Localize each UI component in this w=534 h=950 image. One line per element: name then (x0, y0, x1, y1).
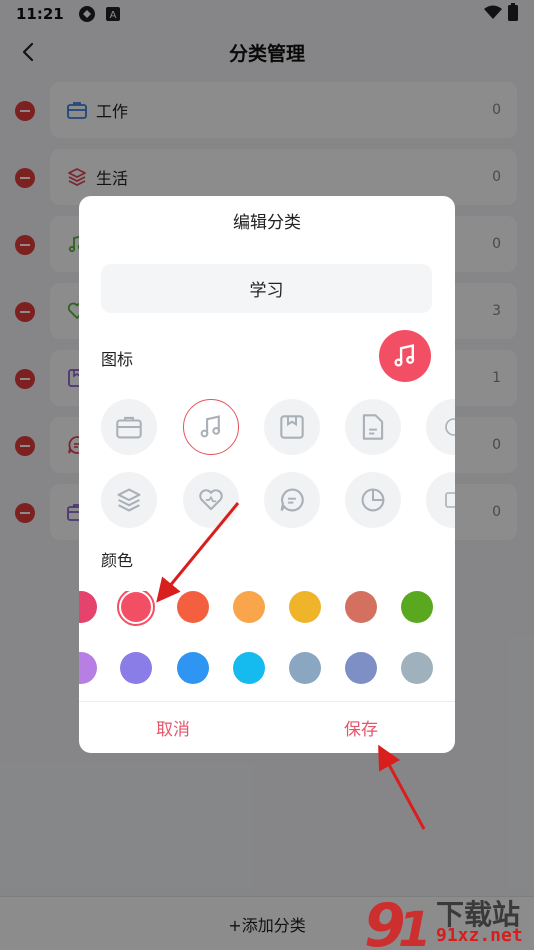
save-button[interactable]: 保存 (267, 701, 455, 753)
icon-option[interactable] (101, 399, 157, 455)
color-swatch[interactable] (401, 652, 433, 684)
icon-option-selected[interactable] (183, 399, 239, 455)
icon-option[interactable] (183, 472, 239, 528)
icon-preview (379, 330, 431, 382)
partial-icon (445, 492, 455, 508)
icon-option[interactable] (345, 472, 401, 528)
icon-option[interactable] (345, 399, 401, 455)
heart-icon (199, 489, 223, 511)
icon-option[interactable] (426, 472, 455, 528)
edit-category-dialog: 编辑分类 图标 (79, 196, 455, 753)
color-picker (79, 591, 455, 691)
music-icon (200, 415, 221, 438)
icon-picker (79, 399, 455, 529)
icon-option[interactable] (264, 472, 320, 528)
partial-icon (445, 418, 455, 436)
svg-text:1: 1 (398, 902, 431, 950)
icon-option[interactable] (264, 399, 320, 455)
color-swatch[interactable] (401, 591, 433, 623)
color-swatch[interactable] (177, 652, 209, 684)
color-swatch[interactable] (177, 591, 209, 623)
dialog-title: 编辑分类 (233, 213, 301, 233)
color-swatch[interactable] (289, 591, 321, 623)
color-section-label: 颜色 (101, 551, 134, 570)
music-icon (394, 344, 415, 367)
chat-icon (280, 488, 304, 512)
color-swatch[interactable] (345, 591, 377, 623)
color-swatch[interactable] (233, 591, 265, 623)
layers-icon (117, 488, 141, 512)
color-swatch[interactable] (233, 652, 265, 684)
bookmark-icon (280, 415, 304, 439)
category-name-input[interactable] (101, 264, 432, 313)
cancel-button[interactable]: 取消 (79, 701, 267, 753)
color-swatch[interactable] (79, 652, 97, 684)
color-swatch[interactable] (120, 652, 152, 684)
icon-option[interactable] (101, 472, 157, 528)
watermark-domain: 91xz.net (436, 925, 523, 946)
color-swatch-selected[interactable] (117, 591, 155, 626)
document-icon (362, 414, 384, 440)
icon-option[interactable] (426, 399, 455, 455)
color-swatch-fill (121, 592, 151, 622)
icon-section-label: 图标 (101, 350, 134, 369)
color-swatch[interactable] (79, 591, 97, 623)
briefcase-icon (116, 416, 142, 439)
color-swatch[interactable] (345, 652, 377, 684)
pie-chart-icon (361, 488, 385, 512)
color-swatch[interactable] (289, 652, 321, 684)
